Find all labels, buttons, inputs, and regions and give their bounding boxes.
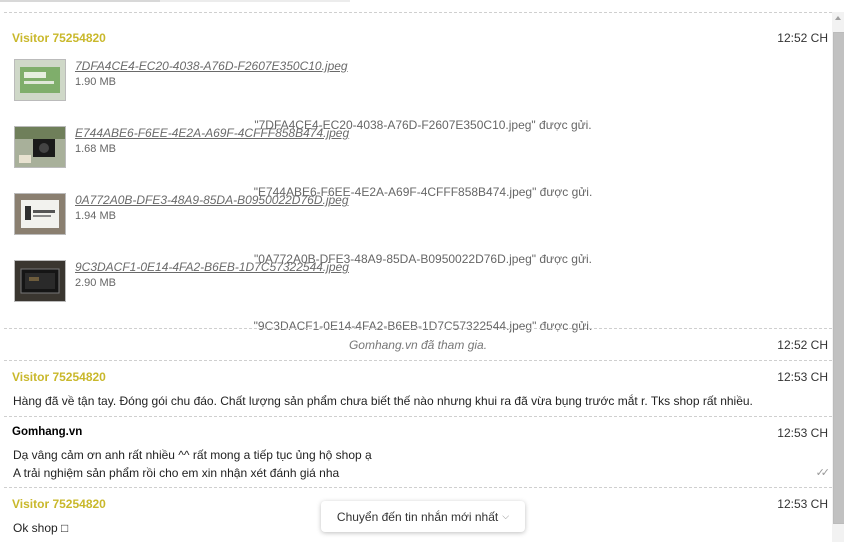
message-text: Hàng đã về tận tay. Đóng gói chu đáo. Ch… bbox=[13, 394, 753, 408]
file-size: 1.68 MB bbox=[75, 143, 116, 155]
file-name-link[interactable]: 9C3DACF1-0E14-4FA2-B6EB-1D7C57322544.jpe… bbox=[75, 260, 349, 274]
file-sent-notice: "9C3DACF1-0E14-4FA2-B6EB-1D7C57322544.jp… bbox=[253, 319, 593, 333]
tab-strip[interactable] bbox=[0, 0, 350, 2]
system-message: Gomhang.vn đã tham gia. 12:52 CH bbox=[4, 338, 832, 358]
message-time: 12:52 CH bbox=[777, 31, 828, 45]
file-name-link[interactable]: 7DFA4CE4-EC20-4038-A76D-F2607E350C10.jpe… bbox=[75, 59, 348, 73]
sender-name: Visitor 75254820 bbox=[12, 497, 106, 511]
message-time: 12:52 CH bbox=[777, 338, 828, 352]
message-group-visitor: Visitor 75254820 12:53 CH Hàng đã về tận… bbox=[4, 370, 832, 410]
sender-name: Visitor 75254820 bbox=[12, 31, 106, 45]
message-time: 12:53 CH bbox=[777, 426, 828, 440]
message-group-staff: Gomhang.vn 12:53 CH Dạ vâng cảm ơn anh r… bbox=[4, 426, 832, 484]
top-tab-bar bbox=[0, 0, 844, 10]
message-time: 12:53 CH bbox=[777, 370, 828, 384]
double-check-icon: ✓✓ bbox=[815, 467, 831, 479]
message-divider bbox=[4, 487, 832, 488]
image-thumbnail[interactable] bbox=[14, 126, 66, 168]
image-thumbnail[interactable] bbox=[14, 193, 66, 235]
message-text-line: Dạ vâng cảm ơn anh rất nhiều ^^ rất mong… bbox=[13, 448, 372, 462]
scrollbar-thumb[interactable] bbox=[833, 32, 844, 524]
message-text-line: A trải nghiệm sản phẩm rồi cho em xin nh… bbox=[13, 466, 340, 480]
message-time: 12:53 CH bbox=[777, 497, 828, 511]
jump-to-latest-label: Chuyển đến tin nhắn mới nhất bbox=[336, 509, 499, 524]
message-divider bbox=[4, 360, 832, 361]
sender-name: Gomhang.vn bbox=[12, 426, 83, 438]
chat-scrollbar[interactable] bbox=[832, 12, 844, 542]
image-thumbnail[interactable] bbox=[14, 59, 66, 101]
sender-name: Visitor 75254820 bbox=[12, 370, 106, 384]
file-size: 1.90 MB bbox=[75, 76, 116, 88]
file-size: 1.94 MB bbox=[75, 210, 116, 222]
message-text: Ok shop □ bbox=[13, 521, 69, 535]
scroll-up-icon[interactable] bbox=[835, 16, 841, 20]
chat-transcript[interactable]: Visitor 75254820 12:52 CH 7DFA4CE4-EC20-… bbox=[4, 12, 832, 543]
file-size: 2.90 MB bbox=[75, 277, 116, 289]
jump-to-latest-button[interactable]: Chuyển đến tin nhắn mới nhất ⌵ bbox=[321, 501, 525, 532]
message-group-files: Visitor 75254820 12:52 CH 7DFA4CE4-EC20-… bbox=[4, 31, 832, 333]
chevron-down-icon: ⌵ bbox=[502, 511, 510, 521]
join-notice: Gomhang.vn đã tham gia. bbox=[348, 338, 488, 352]
file-name-link[interactable]: E744ABE6-F6EE-4E2A-A69F-4CFFF858B474.jpe… bbox=[75, 126, 349, 140]
file-name-link[interactable]: 0A772A0B-DFE3-48A9-85DA-B0950022D76D.jpe… bbox=[75, 193, 349, 207]
file-attachment[interactable]: 0A772A0B-DFE3-48A9-85DA-B0950022D76D.jpe… bbox=[14, 193, 714, 235]
file-attachment[interactable]: 7DFA4CE4-EC20-4038-A76D-F2607E350C10.jpe… bbox=[14, 59, 714, 101]
message-divider bbox=[4, 328, 832, 329]
file-attachment[interactable]: E744ABE6-F6EE-4E2A-A69F-4CFFF858B474.jpe… bbox=[14, 126, 714, 168]
file-attachment[interactable]: 9C3DACF1-0E14-4FA2-B6EB-1D7C57322544.jpe… bbox=[14, 260, 714, 302]
tab-divider bbox=[160, 0, 350, 2]
image-thumbnail[interactable] bbox=[14, 260, 66, 302]
message-divider bbox=[4, 416, 832, 417]
